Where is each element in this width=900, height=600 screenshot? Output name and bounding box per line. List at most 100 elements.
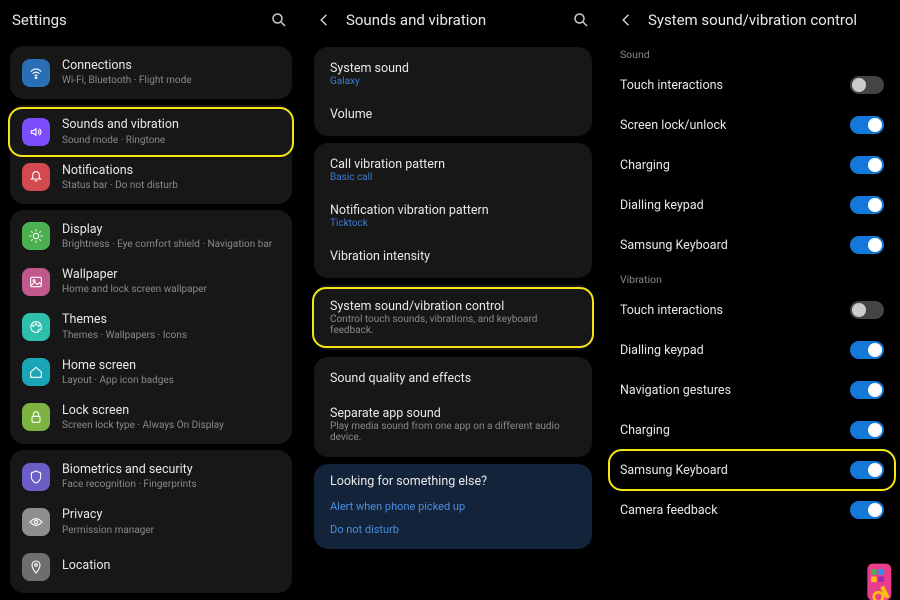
vibration-title: System sound/vibration control xyxy=(648,11,857,29)
toggle-switch[interactable] xyxy=(850,461,884,479)
wifi-icon xyxy=(22,59,50,87)
settings-group: Biometrics and securityFace recognition … xyxy=(10,450,292,593)
toggle-switch[interactable] xyxy=(850,421,884,439)
settings-item-system-sound[interactable]: System soundGalaxy xyxy=(314,51,592,97)
toggle-row-charging[interactable]: Charging xyxy=(604,145,900,185)
settings-card: System sound/vibration controlControl to… xyxy=(314,285,592,350)
toggle-switch[interactable] xyxy=(850,301,884,319)
toggle-row-screen-lock-unlock[interactable]: Screen lock/unlock xyxy=(604,105,900,145)
row-subtitle: Screen lock type · Always On Display xyxy=(62,419,224,432)
settings-item-notification-vibration-pattern[interactable]: Notification vibration patternTicktock xyxy=(314,193,592,239)
toggle-row-samsung-keyboard[interactable]: Samsung Keyboard xyxy=(604,225,900,265)
toggle-label: Screen lock/unlock xyxy=(620,118,850,133)
settings-row-themes[interactable]: ThemesThemes · Wallpapers · Icons xyxy=(10,304,292,349)
pin-icon xyxy=(22,553,50,581)
toggle-switch[interactable] xyxy=(850,236,884,254)
row-subtitle: Brightness · Eye comfort shield · Naviga… xyxy=(62,238,272,251)
toggle-row-touch-interactions[interactable]: Touch interactions xyxy=(604,65,900,105)
row-subtitle: Themes · Wallpapers · Icons xyxy=(62,329,187,342)
toggle-row-navigation-gestures[interactable]: Navigation gestures xyxy=(604,370,900,410)
toggle-switch[interactable] xyxy=(850,156,884,174)
back-icon[interactable] xyxy=(616,9,638,31)
settings-row-lock-screen[interactable]: Lock screenScreen lock type · Always On … xyxy=(10,395,292,440)
item-title: Notification vibration pattern xyxy=(330,203,576,218)
search-icon[interactable] xyxy=(268,9,290,31)
volume-icon xyxy=(22,118,50,146)
toggle-switch[interactable] xyxy=(850,196,884,214)
toggle-label: Dialling keypad xyxy=(620,198,850,213)
settings-row-notifications[interactable]: NotificationsStatus bar · Do not disturb xyxy=(10,155,292,200)
settings-group: DisplayBrightness · Eye comfort shield ·… xyxy=(10,210,292,444)
toggle-switch[interactable] xyxy=(850,341,884,359)
item-title: System sound xyxy=(330,61,576,76)
toggle-row-dialling-keypad[interactable]: Dialling keypad xyxy=(604,185,900,225)
row-title: Connections xyxy=(62,58,192,74)
suggestion-link[interactable]: Do not disturb xyxy=(330,518,576,541)
toggle-label: Samsung Keyboard xyxy=(620,238,850,253)
settings-row-connections[interactable]: ConnectionsWi-Fi, Bluetooth · Flight mod… xyxy=(10,50,292,95)
sounds-panel: Sounds and vibration System soundGalaxyV… xyxy=(302,0,604,600)
item-title: System sound/vibration control xyxy=(330,299,576,314)
settings-row-home-screen[interactable]: Home screenLayout · App icon badges xyxy=(10,350,292,395)
home-icon xyxy=(22,358,50,386)
sun-icon xyxy=(22,222,50,250)
toggle-row-camera-feedback[interactable]: Camera feedback xyxy=(604,490,900,530)
settings-row-location[interactable]: Location xyxy=(10,545,292,589)
section-label-sound: Sound xyxy=(604,40,900,65)
back-icon[interactable] xyxy=(314,9,336,31)
toggle-row-touch-interactions[interactable]: Touch interactions xyxy=(604,290,900,330)
row-title: Privacy xyxy=(62,507,154,523)
row-subtitle: Wi-Fi, Bluetooth · Flight mode xyxy=(62,74,192,87)
toggle-label: Charging xyxy=(620,158,850,173)
search-icon[interactable] xyxy=(570,9,592,31)
row-title: Themes xyxy=(62,312,187,328)
settings-item-sound-quality-and-effects[interactable]: Sound quality and effects xyxy=(314,361,592,396)
settings-item-vibration-intensity[interactable]: Vibration intensity xyxy=(314,239,592,274)
settings-item-system-sound-vibration-control[interactable]: System sound/vibration controlControl to… xyxy=(314,289,592,346)
row-subtitle: Sound mode · Ringtone xyxy=(62,134,179,147)
row-subtitle: Status bar · Do not disturb xyxy=(62,179,178,192)
settings-panel: Settings ConnectionsWi-Fi, Bluetooth · F… xyxy=(0,0,302,600)
toggle-switch[interactable] xyxy=(850,116,884,134)
toggle-switch[interactable] xyxy=(850,381,884,399)
item-title: Sound quality and effects xyxy=(330,371,576,386)
toggle-switch[interactable] xyxy=(850,76,884,94)
toggle-row-samsung-keyboard[interactable]: Samsung Keyboard xyxy=(604,450,900,490)
row-title: Lock screen xyxy=(62,403,224,419)
watermark-badge xyxy=(860,560,900,600)
settings-group: ConnectionsWi-Fi, Bluetooth · Flight mod… xyxy=(10,46,292,99)
settings-item-call-vibration-pattern[interactable]: Call vibration patternBasic call xyxy=(314,147,592,193)
settings-row-biometrics-and-security[interactable]: Biometrics and securityFace recognition … xyxy=(10,454,292,499)
sounds-header: Sounds and vibration xyxy=(302,0,604,40)
row-subtitle: Home and lock screen wallpaper xyxy=(62,283,207,296)
shield-icon xyxy=(22,463,50,491)
toggle-row-charging[interactable]: Charging xyxy=(604,410,900,450)
toggle-label: Touch interactions xyxy=(620,78,850,93)
settings-row-wallpaper[interactable]: WallpaperHome and lock screen wallpaper xyxy=(10,259,292,304)
section-label-vibration: Vibration xyxy=(604,265,900,290)
item-title: Separate app sound xyxy=(330,406,576,421)
item-title: Call vibration pattern xyxy=(330,157,576,172)
settings-row-display[interactable]: DisplayBrightness · Eye comfort shield ·… xyxy=(10,214,292,259)
toggle-row-dialling-keypad[interactable]: Dialling keypad xyxy=(604,330,900,370)
row-title: Notifications xyxy=(62,163,178,179)
item-subtitle: Ticktock xyxy=(330,218,576,229)
settings-row-sounds-and-vibration[interactable]: Sounds and vibrationSound mode · Rington… xyxy=(10,109,292,154)
row-title: Home screen xyxy=(62,358,174,374)
row-title: Sounds and vibration xyxy=(62,117,179,133)
row-title: Biometrics and security xyxy=(62,462,197,478)
row-title: Wallpaper xyxy=(62,267,207,283)
sounds-title: Sounds and vibration xyxy=(346,11,486,29)
suggestions-card: Looking for something else?Alert when ph… xyxy=(314,464,592,549)
settings-card: System soundGalaxyVolume xyxy=(314,47,592,136)
settings-item-separate-app-sound[interactable]: Separate app soundPlay media sound from … xyxy=(314,396,592,453)
palette-icon xyxy=(22,313,50,341)
settings-item-volume[interactable]: Volume xyxy=(314,97,592,132)
settings-row-privacy[interactable]: PrivacyPermission manager xyxy=(10,499,292,544)
toggle-switch[interactable] xyxy=(850,501,884,519)
settings-group: Sounds and vibrationSound mode · Rington… xyxy=(10,105,292,204)
settings-title: Settings xyxy=(12,11,67,29)
suggestion-link[interactable]: Alert when phone picked up xyxy=(330,495,576,518)
item-subtitle: Play media sound from one app on a diffe… xyxy=(330,421,576,443)
lock-icon xyxy=(22,403,50,431)
